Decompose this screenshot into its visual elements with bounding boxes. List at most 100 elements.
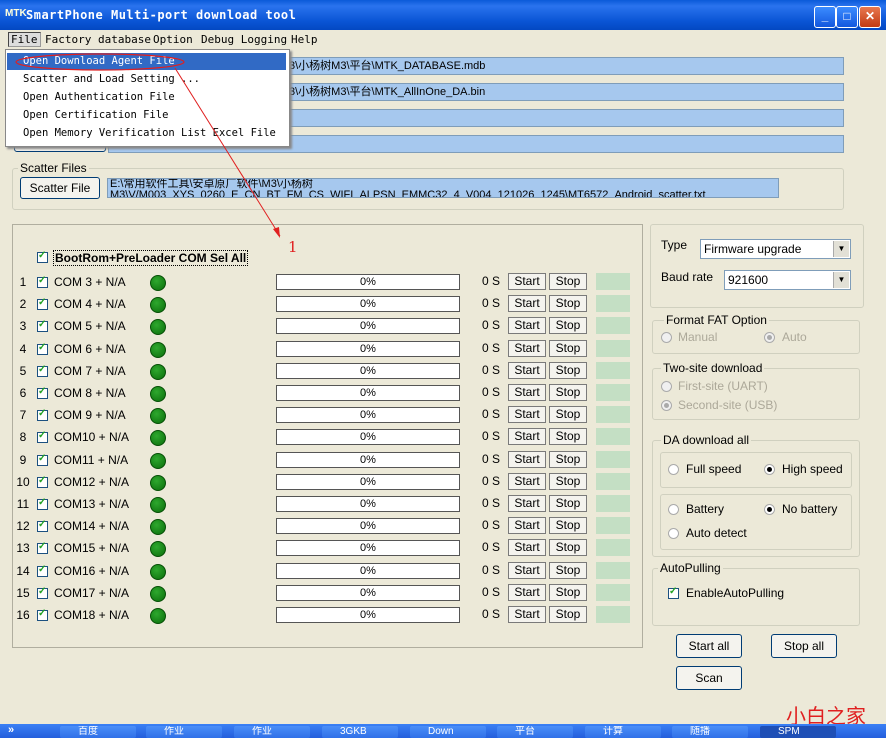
taskbar-item[interactable]: 百度	[60, 726, 136, 738]
da-download-label: DA download all	[661, 433, 752, 447]
auto-detect-radio[interactable]	[668, 528, 679, 539]
port-start-button[interactable]: Start	[508, 583, 546, 601]
port-start-button[interactable]: Start	[508, 273, 546, 290]
port-stop-button[interactable]: Stop	[549, 472, 587, 490]
port-checkbox[interactable]	[37, 275, 48, 288]
full-speed-radio[interactable]	[668, 464, 679, 475]
port-start-button[interactable]: Start	[508, 517, 546, 535]
port-index: 7	[19, 408, 27, 423]
port-stop-button[interactable]: Stop	[549, 517, 587, 535]
second-site-radio[interactable]	[661, 400, 672, 411]
taskbar-item[interactable]: 3GKB	[322, 726, 398, 738]
port-index: 4	[19, 341, 27, 356]
port-label: COM14 + N/A	[54, 519, 130, 534]
port-start-button[interactable]: Start	[508, 472, 546, 490]
port-label: COM 5 + N/A	[54, 319, 126, 334]
port-checkbox[interactable]	[37, 519, 48, 533]
port-stop-button[interactable]: Stop	[549, 339, 587, 357]
stop-all-button[interactable]: Stop all	[771, 634, 837, 658]
port-start-button[interactable]: Start	[508, 317, 546, 335]
port-stop-button[interactable]: Stop	[549, 606, 587, 623]
port-start-button[interactable]: Start	[508, 295, 546, 313]
port-checkbox[interactable]	[37, 497, 48, 510]
port-status-box	[596, 583, 630, 601]
port-label: COM 4 + N/A	[54, 297, 126, 312]
high-speed-radio[interactable]	[764, 464, 775, 475]
port-stop-button[interactable]: Stop	[549, 273, 587, 290]
port-start-button[interactable]: Start	[508, 384, 546, 401]
status-led-icon	[150, 497, 166, 513]
status-led-icon	[150, 608, 166, 624]
port-stop-button[interactable]: Stop	[549, 561, 587, 579]
taskbar-item[interactable]: 作业	[234, 726, 310, 738]
port-progress-bar: 0%	[276, 473, 460, 490]
port-start-button[interactable]: Start	[508, 539, 546, 557]
port-checkbox[interactable]	[37, 608, 48, 621]
start-all-button[interactable]: Start all	[676, 634, 742, 658]
port-label: COM 9 + N/A	[54, 408, 126, 423]
port-stop-button[interactable]: Stop	[549, 384, 587, 401]
port-checkbox[interactable]	[37, 297, 48, 311]
annotation-arrow	[15, 53, 281, 238]
port-status-box	[596, 450, 630, 468]
port-checkbox[interactable]	[37, 586, 48, 599]
no-battery-radio[interactable]	[764, 504, 775, 515]
port-start-button[interactable]: Start	[508, 495, 546, 512]
taskbar-item[interactable]: Down	[410, 726, 486, 738]
scan-button[interactable]: Scan	[676, 666, 742, 690]
taskbar: » 百度 作业 作业 3GKB Down 平台 计算 随播 SPM	[0, 724, 886, 738]
format-auto-radio[interactable]	[764, 332, 775, 343]
port-checkbox[interactable]	[37, 342, 48, 355]
battery-label: Battery	[686, 502, 725, 516]
port-stop-button[interactable]: Stop	[549, 406, 587, 424]
port-stop-button[interactable]: Stop	[549, 428, 587, 446]
port-stop-button[interactable]: Stop	[549, 495, 587, 512]
taskbar-overflow-chevron[interactable]: »	[8, 724, 14, 736]
enable-autopulling-checkbox[interactable]	[668, 586, 679, 599]
port-start-button[interactable]: Start	[508, 561, 546, 579]
port-stop-button[interactable]: Stop	[549, 450, 587, 468]
taskbar-item[interactable]: 作业	[146, 726, 222, 738]
status-led-icon	[150, 386, 166, 402]
port-index: 11	[16, 497, 30, 511]
port-checkbox[interactable]	[37, 564, 48, 577]
taskbar-item-active[interactable]: SPM	[760, 726, 836, 738]
port-checkbox[interactable]	[37, 364, 48, 377]
port-status-box	[596, 606, 630, 623]
port-checkbox[interactable]	[37, 475, 48, 488]
taskbar-item[interactable]: 随播	[672, 726, 748, 738]
port-stop-button[interactable]: Stop	[549, 583, 587, 601]
port-stop-button[interactable]: Stop	[549, 361, 587, 379]
port-stop-button[interactable]: Stop	[549, 295, 587, 313]
port-start-button[interactable]: Start	[508, 428, 546, 446]
port-start-button[interactable]: Start	[508, 361, 546, 379]
port-label: COM15 + N/A	[54, 541, 130, 556]
format-manual-label: Manual	[678, 330, 718, 344]
port-progress-bar: 0%	[276, 340, 460, 357]
first-site-radio[interactable]	[661, 381, 672, 392]
port-stop-button[interactable]: Stop	[549, 539, 587, 557]
port-progress-bar: 0%	[276, 362, 460, 379]
format-manual-radio[interactable]	[661, 332, 672, 343]
port-status-box	[596, 472, 630, 490]
port-checkbox[interactable]	[37, 541, 48, 555]
port-start-button[interactable]: Start	[508, 406, 546, 424]
port-status-box	[596, 539, 630, 557]
port-checkbox[interactable]	[37, 386, 48, 399]
port-index: 3	[19, 319, 27, 334]
baud-rate-select[interactable]: 921600 ▼	[724, 270, 851, 290]
port-start-button[interactable]: Start	[508, 339, 546, 357]
full-speed-label: Full speed	[686, 462, 742, 476]
port-checkbox[interactable]	[37, 319, 48, 333]
port-stop-button[interactable]: Stop	[549, 317, 587, 335]
port-start-button[interactable]: Start	[508, 450, 546, 468]
port-checkbox[interactable]	[37, 408, 48, 422]
port-status-box	[596, 273, 630, 290]
taskbar-item[interactable]: 平台	[497, 726, 573, 738]
battery-radio[interactable]	[668, 504, 679, 515]
port-checkbox[interactable]	[37, 453, 48, 466]
port-label: COM12 + N/A	[54, 474, 130, 489]
port-checkbox[interactable]	[37, 430, 48, 444]
taskbar-item[interactable]: 计算	[585, 726, 661, 738]
port-start-button[interactable]: Start	[508, 606, 546, 623]
